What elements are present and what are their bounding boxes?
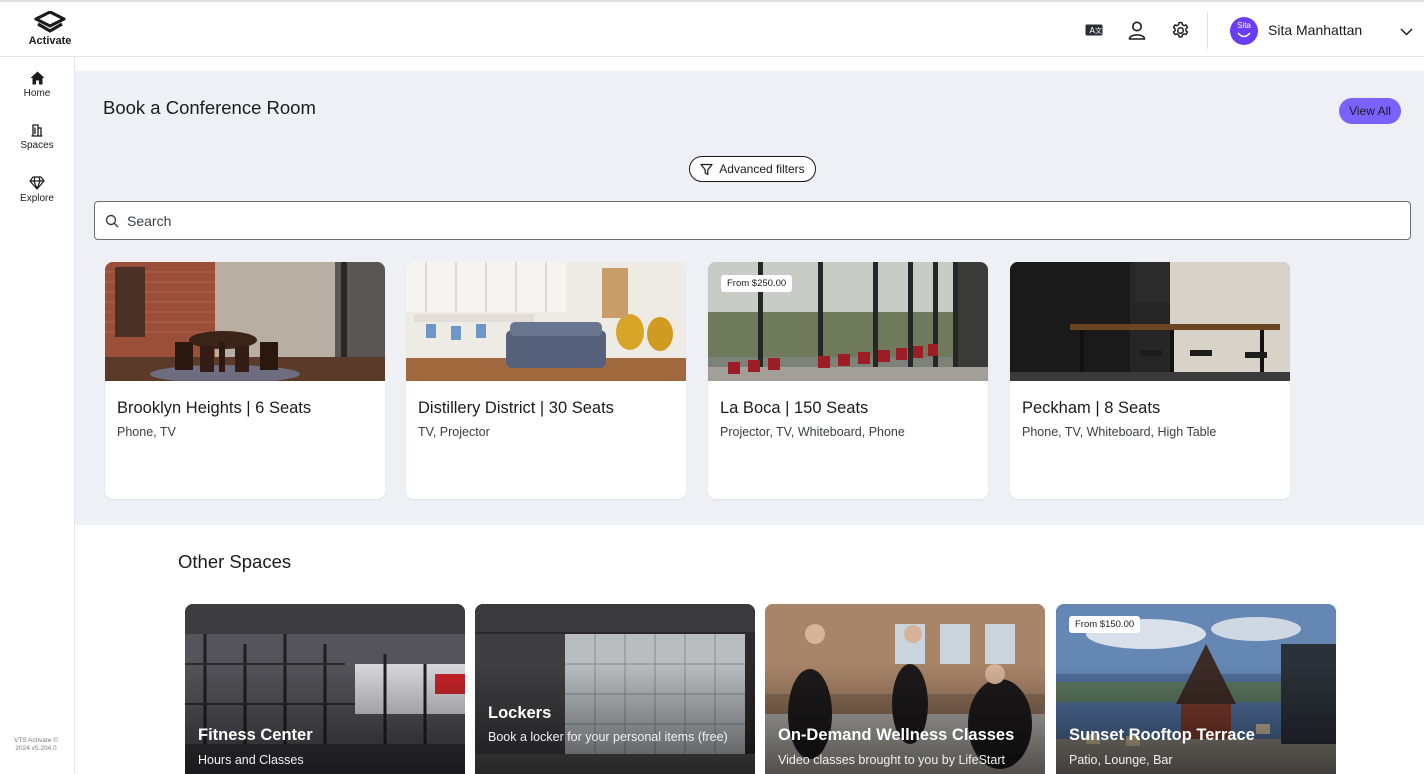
room-name: Peckham | 8 Seats (1022, 399, 1161, 417)
price-badge: From $250.00 (721, 275, 793, 292)
space-description: Video classes brought to you by LifeStar… (778, 753, 1005, 767)
space-card-fitness-center[interactable]: Fitness Center Hours and Classes (185, 604, 465, 774)
room-card-peckham[interactable]: Peckham | 8 Seats Phone, TV, Whiteboard,… (1010, 262, 1290, 499)
section-title: Book a Conference Room (103, 97, 316, 118)
view-all-button[interactable]: View All (1339, 98, 1401, 124)
conference-section: Book a Conference Room View All Advanced… (75, 71, 1424, 525)
sidebar-item-label: Explore (20, 193, 54, 204)
room-photo (105, 262, 385, 381)
room-amenities: Phone, TV, Whiteboard, High Table (1022, 425, 1217, 439)
room-name: Brooklyn Heights | 6 Seats (117, 399, 312, 417)
filter-icon (700, 163, 713, 175)
profile-icon[interactable] (1126, 19, 1148, 41)
space-description: Hours and Classes (198, 753, 304, 767)
top-bar: Activate A 文 Sita Sita Manhattan (0, 0, 1424, 57)
search-icon (105, 214, 119, 228)
advanced-filters-button[interactable]: Advanced filters (689, 156, 816, 182)
price-badge: From $150.00 (1069, 616, 1141, 633)
diamond-icon (29, 176, 45, 190)
sidebar-item-label: Spaces (20, 140, 54, 151)
search-input[interactable] (127, 202, 1397, 239)
space-card-sunset-rooftop-terrace[interactable]: From $150.00 Sunset Rooftop Terrace Pati… (1056, 604, 1336, 774)
version-text: VTS Activate © 2024 v5.204.0 (14, 737, 58, 752)
room-card-la-boca[interactable]: From $250.00 La Boca | 150 Seats Project… (708, 262, 988, 499)
activate-logo[interactable]: Activate (26, 11, 74, 47)
room-card-brooklyn-heights[interactable]: Brooklyn Heights | 6 Seats Phone, TV (105, 262, 385, 499)
room-amenities: Phone, TV (117, 425, 176, 439)
space-name: On-Demand Wellness Classes (778, 726, 1015, 744)
space-name: Fitness Center (198, 726, 313, 744)
room-amenities: TV, Projector (418, 425, 490, 439)
space-card-lockers[interactable]: Lockers Book a locker for your personal … (475, 604, 755, 774)
translate-icon[interactable]: A 文 (1083, 19, 1105, 41)
sidebar: Home Spaces Explore VTS Activate © 2024 … (0, 57, 75, 774)
search-box (94, 201, 1411, 240)
space-description: Book a locker for your personal items (f… (488, 730, 728, 744)
space-card-on-demand-wellness-classes[interactable]: On-Demand Wellness Classes Video classes… (765, 604, 1045, 774)
home-icon (30, 71, 44, 85)
sidebar-item-explore[interactable]: Explore (0, 176, 74, 204)
sidebar-item-label: Home (23, 88, 51, 99)
building-icon (31, 124, 43, 137)
user-name[interactable]: Sita Manhattan (1268, 22, 1362, 38)
gear-icon[interactable] (1169, 19, 1191, 41)
activate-logo-icon (34, 11, 66, 33)
header-divider (1207, 12, 1208, 49)
section-title: Other Spaces (178, 551, 292, 572)
avatar-text: Sita (1237, 21, 1251, 30)
svg-text:文: 文 (1095, 26, 1102, 35)
space-name: Lockers (488, 704, 552, 722)
logo-text: Activate (28, 35, 72, 47)
space-description: Patio, Lounge, Bar (1069, 753, 1173, 767)
smile-icon (1237, 32, 1251, 38)
space-name: Sunset Rooftop Terrace (1069, 726, 1255, 744)
room-photo (406, 262, 686, 381)
room-amenities: Projector, TV, Whiteboard, Phone (720, 425, 905, 439)
advanced-filters-label: Advanced filters (719, 162, 805, 176)
room-card-distillery-district[interactable]: Distillery District | 30 Seats TV, Proje… (406, 262, 686, 499)
avatar[interactable]: Sita (1230, 17, 1258, 45)
room-name: La Boca | 150 Seats (720, 399, 869, 417)
sidebar-item-spaces[interactable]: Spaces (0, 123, 74, 151)
chevron-down-icon[interactable] (1400, 23, 1413, 41)
sidebar-item-home[interactable]: Home (0, 71, 74, 99)
room-photo (1010, 262, 1290, 381)
room-name: Distillery District | 30 Seats (418, 399, 614, 417)
